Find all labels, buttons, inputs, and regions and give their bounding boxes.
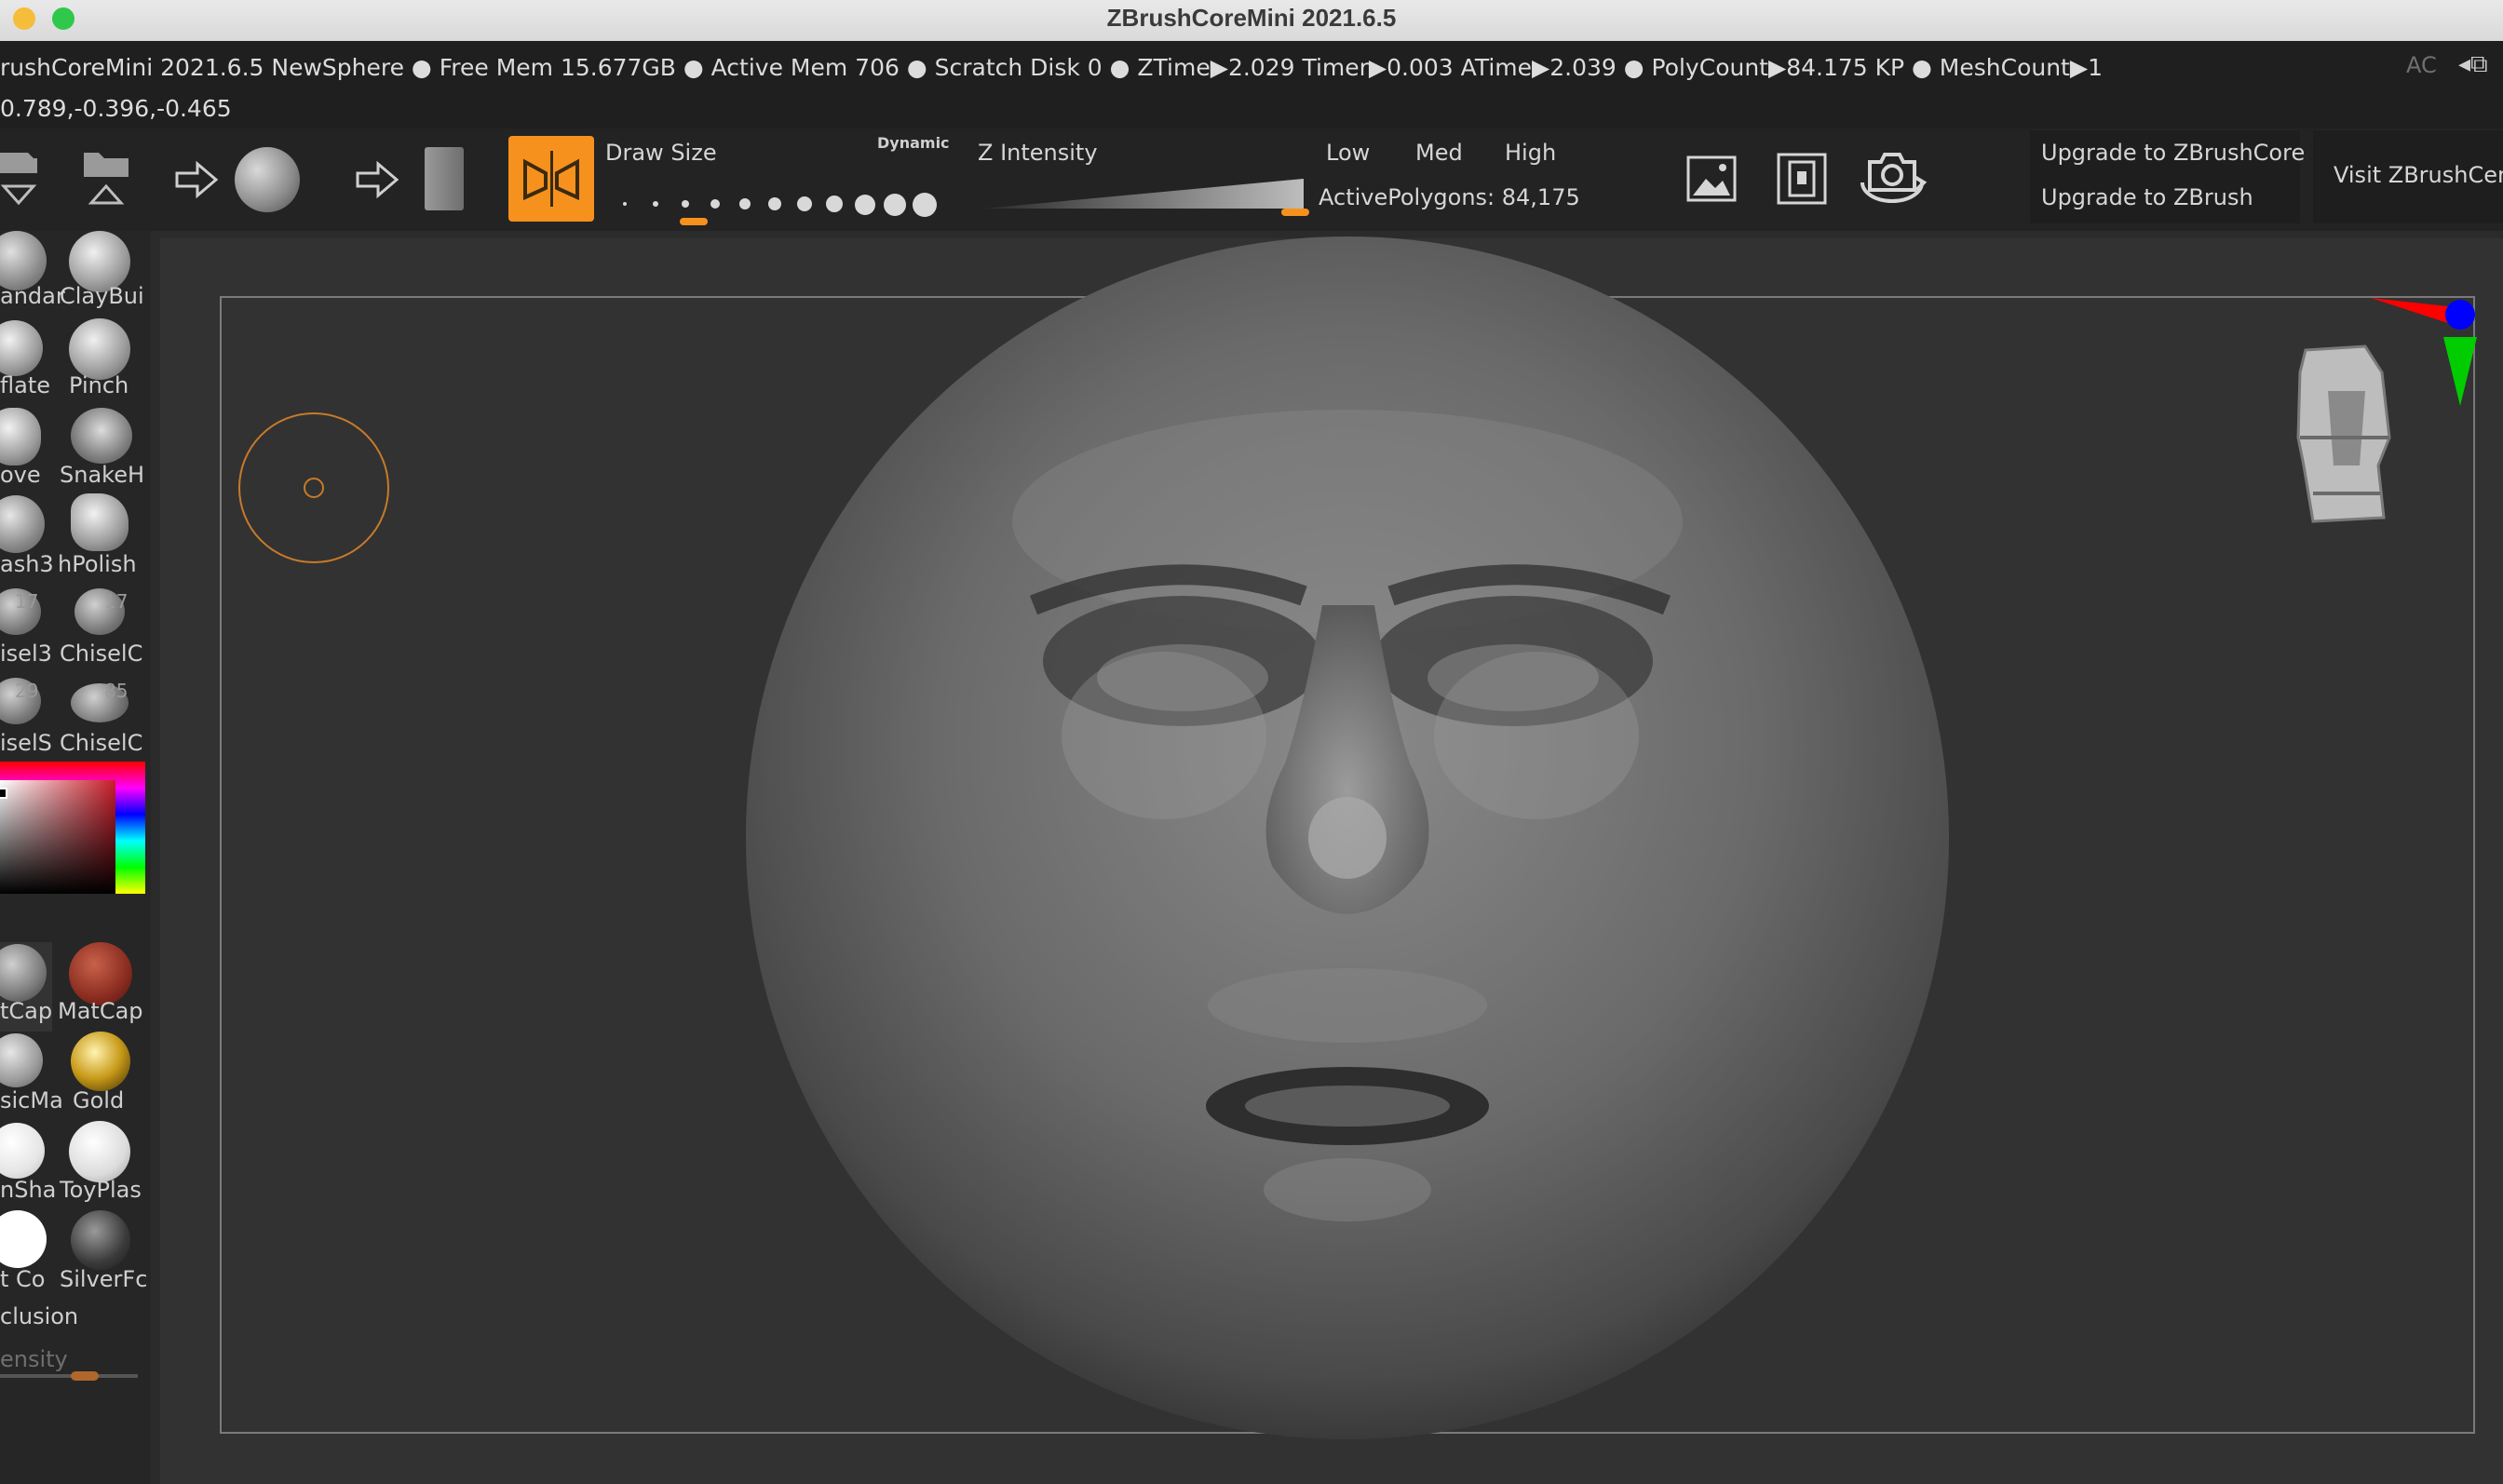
viewport-overlay [238, 236, 2477, 1439]
brush-cursor [238, 412, 389, 563]
mouth-inner [1245, 1086, 1450, 1126]
axis-x-arrow[interactable] [2371, 298, 2456, 326]
axis-y-arrow[interactable] [2443, 337, 2477, 406]
chin [1264, 1158, 1431, 1221]
axis-gizmo[interactable] [2371, 298, 2477, 406]
left-cheek [1062, 652, 1266, 819]
nose-tip [1308, 797, 1387, 879]
navigation-head-icon[interactable] [2296, 344, 2391, 523]
axis-z-dot[interactable] [2445, 300, 2475, 330]
brush-cursor-center [304, 478, 324, 498]
forehead-highlight [1012, 410, 1683, 633]
upper-lip [1208, 968, 1487, 1043]
sculpt-mesh[interactable] [746, 236, 1949, 1439]
right-cheek [1434, 652, 1639, 819]
